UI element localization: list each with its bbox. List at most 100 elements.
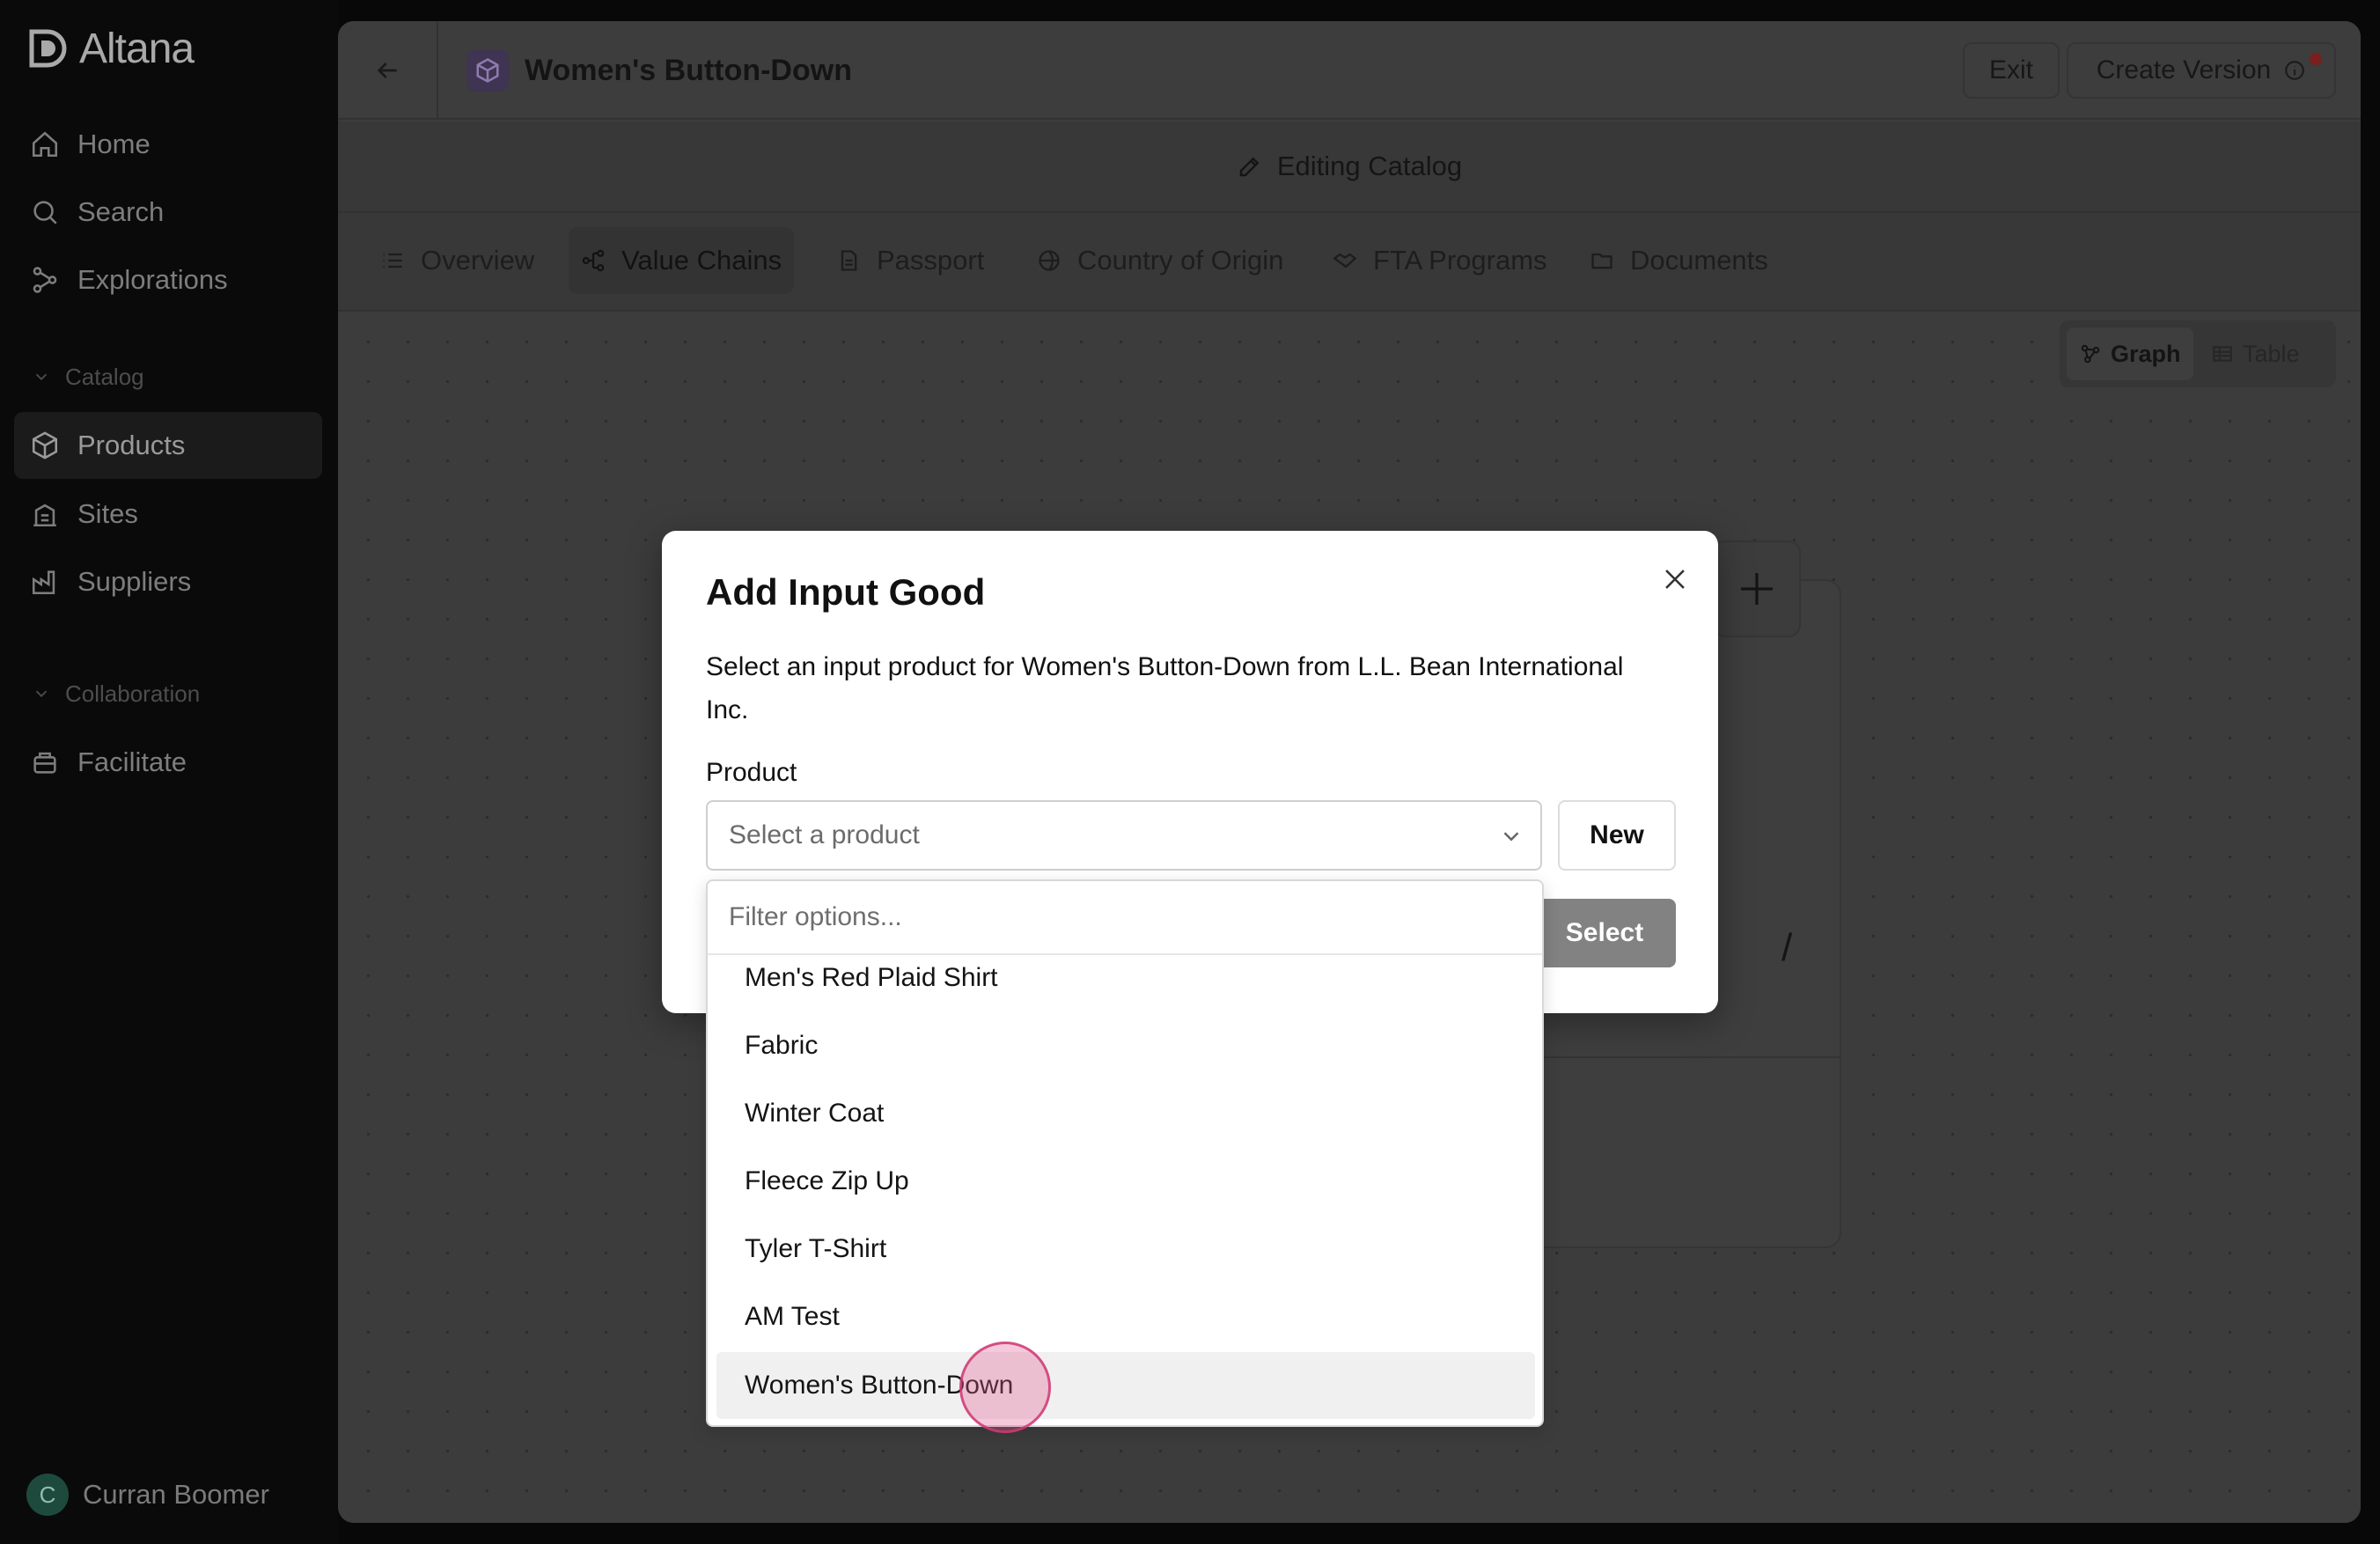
node-card-caret: / [1781,926,1793,969]
chevron-down-icon [35,690,48,698]
section-label-catalog: Catalog [65,363,144,390]
option-label: AM Test [745,1302,840,1331]
arrow-left-icon [377,62,397,78]
exit-button-label: Exit [1988,55,2033,85]
option-label: Tyler T-Shirt [745,1234,887,1263]
option-mens-red-plaid-shirt[interactable]: Men's Red Plaid Shirt [716,945,1535,1011]
editing-label: Editing Catalog [1276,151,1463,181]
close-button[interactable] [1653,557,1697,601]
section-collaboration[interactable]: Collaboration [32,676,200,711]
sidebar-item-label: Sites [77,498,138,529]
option-label: Fabric [745,1031,819,1060]
product-badge [466,49,509,92]
tab-label: Country of Origin [1077,245,1284,276]
create-version-label: Create Version [2096,55,2272,85]
search-icon [33,201,57,224]
page-title: Women's Button-Down [525,53,852,87]
product-title: Women's Button-Down [466,48,852,93]
new-button-label: New [1590,820,1644,849]
sidebar-item-search[interactable]: Search [14,179,322,246]
brand[interactable]: Altana [26,25,195,72]
tab-label: Overview [421,245,535,276]
select-button-label: Select [1565,918,1644,947]
sidebar-item-label: Facilitate [77,746,187,777]
pencil-icon [1239,157,1260,177]
chevron-down-icon [1503,832,1519,842]
exit-button[interactable]: Exit [1963,42,2060,99]
option-winter-coat[interactable]: Winter Coat [716,1080,1535,1147]
tab-country-of-origin[interactable]: Country of Origin [1025,227,1296,294]
dialog-title: Add Input Good [706,571,986,613]
plus-icon [1741,573,1773,605]
table-view-label: Table [2243,340,2300,367]
product-select[interactable]: Select a product [706,800,1542,871]
close-icon [1665,570,1685,589]
avatar: C [26,1474,69,1516]
altana-logo-icon [29,29,67,68]
tab-label: Documents [1630,245,1768,276]
sidebar-item-suppliers[interactable]: Suppliers [14,548,322,615]
box-icon [32,431,58,460]
building-icon [33,504,56,527]
sidebar-item-label: Products [77,430,186,460]
facilitate-icon [33,752,56,774]
dialog-description: Select an input product for Women's Butt… [706,652,1624,724]
back-button[interactable] [338,21,438,120]
tab-label: Passport [877,245,985,276]
brand-name: Altana [79,25,195,72]
table-icon [2213,346,2232,362]
select-button[interactable]: Select [1533,899,1676,967]
product-field-label: Product [706,758,797,787]
option-fleece-zip-up[interactable]: Fleece Zip Up [716,1148,1535,1215]
option-label: Women's Button-Down [745,1371,1014,1400]
list-icon [383,253,402,268]
folder-icon [1591,253,1612,269]
add-node-button[interactable] [1713,540,1801,637]
graph-view-label: Graph [2111,340,2181,367]
notification-dot [2310,53,2322,65]
info-icon [2285,61,2305,80]
product-select-placeholder: Select a product [729,820,920,849]
option-label: Winter Coat [745,1099,885,1128]
sidebar: Altana Home Search Explorations Catalog … [0,0,338,1544]
tab-fta-programs[interactable]: FTA Programs [1320,227,1560,294]
sidebar-item-home[interactable]: Home [14,111,322,178]
factory-icon [32,570,55,595]
create-version-button[interactable]: Create Version [2067,42,2336,99]
value-chain-icon [582,249,605,272]
document-icon [841,250,857,271]
new-product-button[interactable]: New [1558,800,1676,871]
tab-value-chains[interactable]: Value Chains [569,227,795,294]
tab-bar: Overview Value Chains Passport Country o… [338,213,2361,312]
section-catalog[interactable]: Catalog [32,359,144,394]
user-name: Curran Boomer [83,1479,269,1510]
option-label: Men's Red Plaid Shirt [745,963,998,992]
tab-passport[interactable]: Passport [824,227,996,294]
tab-label: Value Chains [621,245,782,276]
editing-banner: Editing Catalog [338,121,2361,213]
sidebar-item-label: Search [77,196,165,227]
view-toggle: Graph Table [2060,320,2336,387]
section-label-collaboration: Collaboration [65,680,201,707]
option-fabric[interactable]: Fabric [716,1012,1535,1079]
tab-documents[interactable]: Documents [1577,227,1781,294]
graph-view-button[interactable]: Graph [2067,327,2193,380]
table-view-button[interactable]: Table [2199,327,2312,380]
sidebar-item-products[interactable]: Products [14,412,322,479]
option-womens-button-down[interactable]: Women's Button-Down [716,1352,1535,1419]
explorations-icon [33,267,57,293]
chevron-down-icon [35,373,48,381]
option-am-test[interactable]: AM Test [716,1283,1535,1350]
sidebar-item-label: Explorations [77,264,228,295]
option-label: Fleece Zip Up [745,1166,909,1195]
globe-icon [1039,250,1060,271]
tab-label: FTA Programs [1373,245,1547,276]
option-tyler-t-shirt[interactable]: Tyler T-Shirt [716,1216,1535,1283]
sidebar-item-sites[interactable]: Sites [14,481,322,548]
sidebar-item-facilitate[interactable]: Facilitate [14,729,322,796]
tab-overview[interactable]: Overview [368,227,547,294]
sidebar-item-label: Home [77,129,151,159]
sidebar-item-explorations[interactable]: Explorations [14,246,322,313]
user-menu[interactable]: C Curran Boomer [26,1472,269,1518]
handshake-icon [1333,253,1357,268]
